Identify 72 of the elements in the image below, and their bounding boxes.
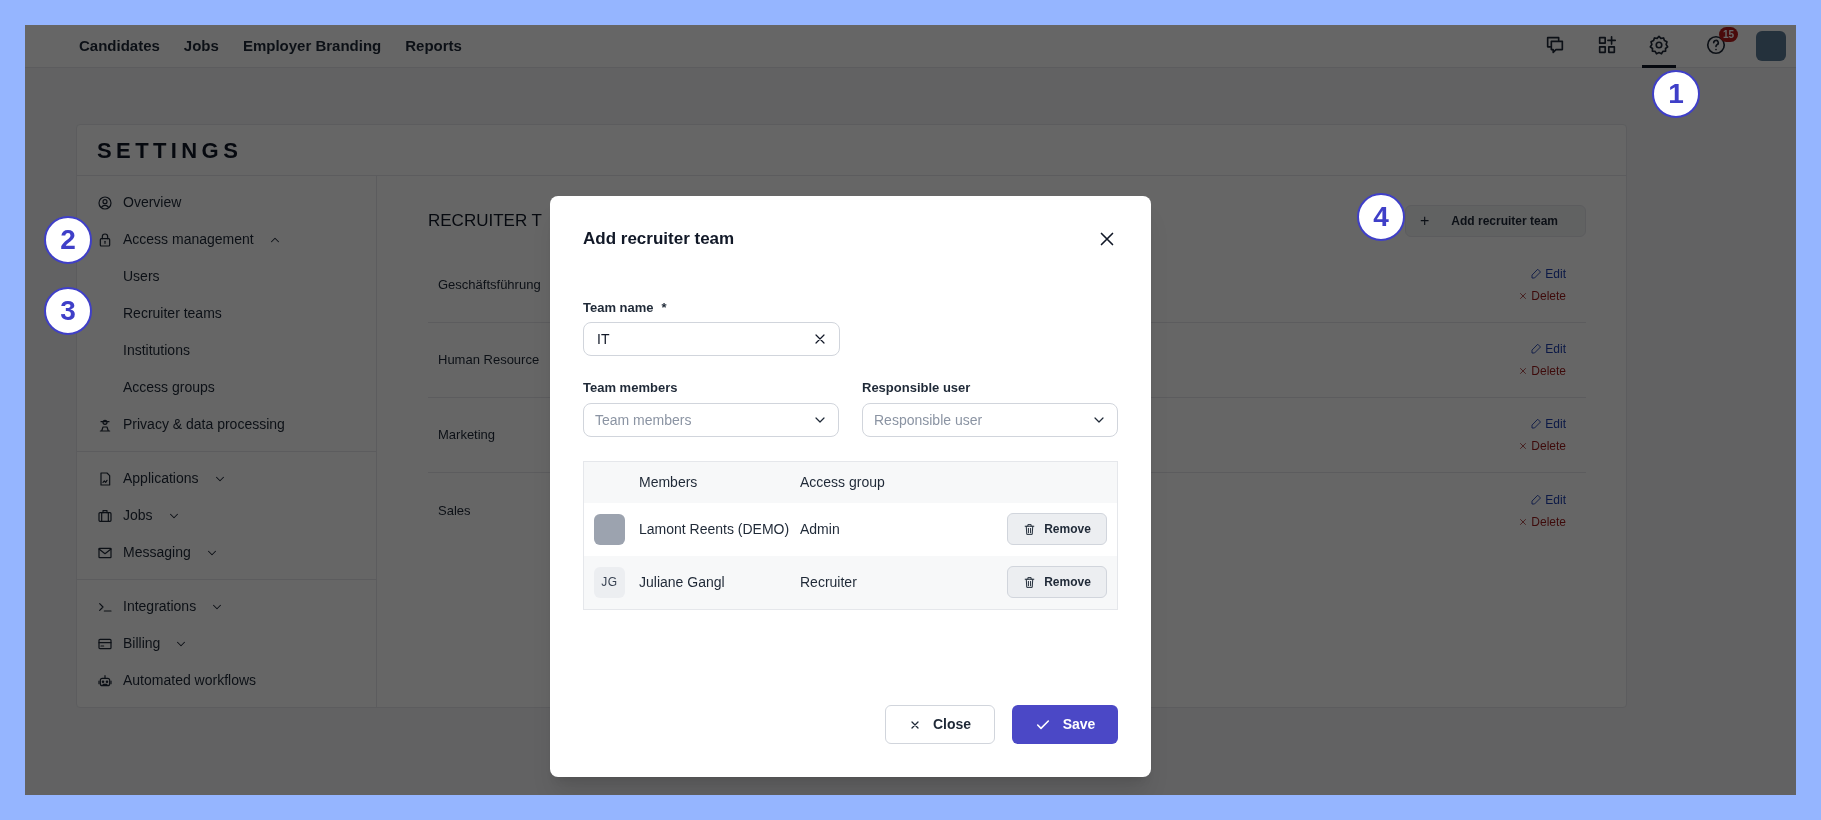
lock-icon: [97, 231, 113, 248]
dialog-title: Add recruiter team: [583, 228, 735, 250]
sidebar-subitem[interactable]: Access groups: [77, 369, 376, 406]
document-icon: [97, 470, 113, 487]
column-header: Access group: [800, 472, 885, 492]
settings-icon: [1648, 33, 1670, 56]
close-icon: [1518, 516, 1529, 527]
plus-icon: +: [1420, 209, 1430, 233]
sidebar-item[interactable]: Applications: [77, 460, 376, 497]
team-members-select[interactable]: Team members: [583, 402, 839, 437]
pencil-icon: [1530, 268, 1543, 280]
help-button[interactable]: 15: [1694, 25, 1738, 68]
robot-icon: [97, 672, 113, 689]
table-cell-text: Juliane Gangl: [639, 572, 726, 592]
settings-title: SETTINGS: [97, 136, 243, 165]
sidebar-item[interactable]: Automated workflows: [77, 662, 376, 699]
nav-link[interactable]: Reports: [405, 34, 462, 58]
close-button[interactable]: Close: [885, 705, 995, 744]
briefcase-icon: [97, 507, 113, 524]
trash-icon: [1023, 575, 1037, 589]
table-cell-text: Admin: [800, 519, 841, 539]
step-callout: 1: [1652, 70, 1700, 118]
delete-link[interactable]: Delete: [1518, 362, 1566, 380]
page-title: RECRUITER T: [428, 210, 542, 233]
edit-link[interactable]: Edit: [1530, 340, 1566, 358]
field-label: Team name: [583, 298, 654, 317]
edit-link[interactable]: Edit: [1530, 490, 1566, 509]
initials-avatar: JG: [594, 566, 625, 598]
apps-icon: [1596, 33, 1618, 56]
team-name: Geschäftsführung: [438, 276, 541, 295]
team-name-field[interactable]: IT: [583, 322, 840, 356]
team-name: Human Resource: [438, 351, 540, 370]
team-name: Sales: [438, 501, 471, 520]
pencil-icon: [1530, 493, 1543, 506]
column-header: Members: [639, 472, 699, 492]
user-circle-icon: [97, 194, 113, 211]
sidebar-item[interactable]: Privacy & data processing: [77, 406, 376, 443]
delete-link[interactable]: Delete: [1518, 287, 1566, 305]
nav-link[interactable]: Employer Branding: [242, 34, 382, 58]
sidebar-item[interactable]: Integrations: [77, 588, 376, 625]
pencil-icon: [1530, 343, 1543, 355]
step-callout: 2: [44, 216, 92, 264]
delete-link[interactable]: Delete: [1518, 437, 1566, 455]
field-label: Team members: [583, 379, 679, 397]
field-label: Responsible user: [862, 379, 972, 397]
remove-button[interactable]: Remove: [1007, 513, 1107, 545]
edit-link[interactable]: Edit: [1530, 265, 1566, 283]
table-cell-text: Recruiter: [800, 572, 858, 592]
sidebar-item[interactable]: Jobs: [77, 497, 376, 534]
required-mark: *: [661, 298, 667, 317]
close-icon: [1518, 441, 1529, 451]
pencil-icon: [1530, 418, 1543, 430]
add-recruiter-team-button[interactable]: + Add recruiter team: [1405, 205, 1586, 237]
sidebar-item[interactable]: Messaging: [77, 534, 376, 571]
notification-badge: 15: [1718, 26, 1738, 42]
delete-link[interactable]: Delete: [1518, 512, 1566, 531]
step-callout: 3: [44, 287, 92, 335]
photo-placeholder: [594, 513, 625, 545]
responsible-user-select[interactable]: Responsible user: [862, 402, 1118, 437]
edit-link[interactable]: Edit: [1530, 415, 1566, 433]
table-cell-text: Lamont Reents (DEMO): [639, 519, 791, 539]
save-button[interactable]: Save: [1012, 705, 1118, 744]
nav-link[interactable]: Jobs: [183, 34, 219, 58]
user-avatar[interactable]: [1756, 31, 1786, 61]
sidebar-subitem[interactable]: Institutions: [77, 332, 376, 369]
nav-link[interactable]: Candidates: [79, 34, 160, 58]
sidebar-item[interactable]: Billing: [77, 625, 376, 662]
trash-icon: [1023, 522, 1037, 536]
close-icon: [1518, 291, 1529, 301]
remove-button[interactable]: Remove: [1007, 566, 1107, 598]
close-icon: [1518, 366, 1529, 376]
team-name: Marketing: [438, 426, 496, 445]
